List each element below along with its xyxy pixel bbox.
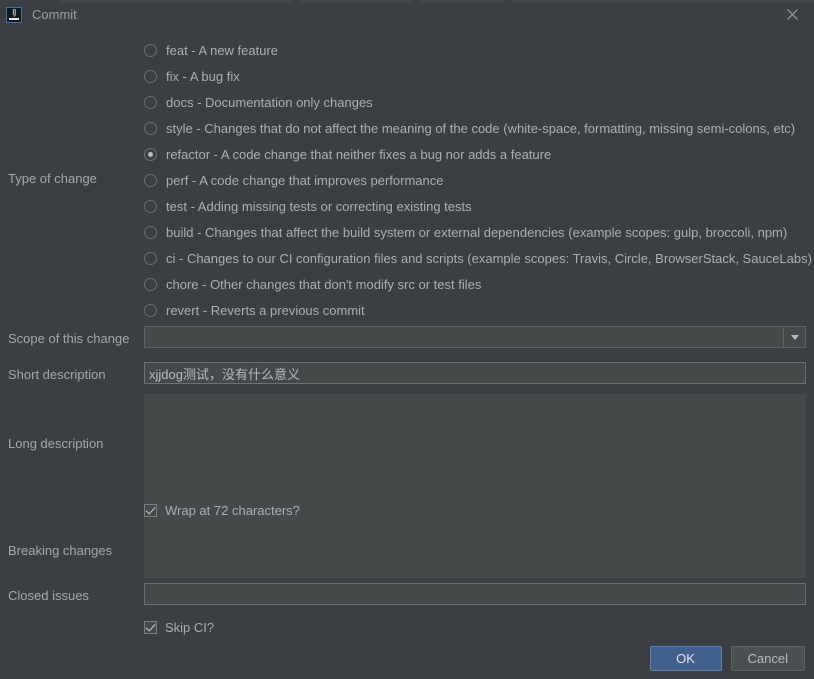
radio-icon[interactable] — [144, 122, 157, 135]
short-description-input[interactable]: xjjdog测试，没有什么意义 — [144, 362, 806, 384]
skip-ci-checkbox[interactable] — [144, 621, 157, 634]
radio-label: fix - A bug fix — [166, 69, 240, 84]
intellij-idea-icon — [6, 7, 22, 23]
radio-label: test - Adding missing tests or correctin… — [166, 199, 472, 214]
wrap-at-72-checkbox-row[interactable]: Wrap at 72 characters? — [144, 501, 300, 519]
radio-icon[interactable] — [144, 174, 157, 187]
cancel-button[interactable]: Cancel — [731, 646, 805, 671]
radio-option-docs[interactable]: docs - Documentation only changes — [144, 89, 808, 115]
label-short-description: Short description — [8, 367, 106, 382]
radio-label: docs - Documentation only changes — [166, 95, 373, 110]
title-bar-stripe — [0, 0, 814, 3]
label-scope: Scope of this change — [8, 331, 129, 346]
chevron-down-icon[interactable] — [783, 327, 805, 347]
radio-label: build - Changes that affect the build sy… — [166, 225, 787, 240]
dialog-buttons: OK Cancel — [650, 646, 805, 671]
close-icon[interactable] — [770, 0, 814, 29]
window-title: Commit — [32, 7, 77, 22]
radio-option-perf[interactable]: perf - A code change that improves perfo… — [144, 167, 808, 193]
title-bar: Commit — [0, 0, 814, 29]
radio-option-style[interactable]: style - Changes that do not affect the m… — [144, 115, 808, 141]
label-type-of-change: Type of change — [8, 171, 97, 186]
radio-label: feat - A new feature — [166, 43, 278, 58]
breaking-changes-textarea[interactable] — [144, 525, 806, 578]
radio-option-ci[interactable]: ci - Changes to our CI configuration fil… — [144, 245, 808, 271]
skip-ci-checkbox-row[interactable]: Skip CI? — [144, 618, 214, 636]
radio-icon[interactable] — [144, 252, 157, 265]
commit-dialog: Commit Type of change feat - A new featu… — [0, 0, 814, 679]
radio-label: revert - Reverts a previous commit — [166, 303, 365, 318]
radio-icon-selected[interactable] — [144, 148, 157, 161]
wrap-at-72-label: Wrap at 72 characters? — [165, 503, 300, 518]
radio-icon[interactable] — [144, 226, 157, 239]
skip-ci-label: Skip CI? — [165, 620, 214, 635]
radio-icon[interactable] — [144, 70, 157, 83]
type-of-change-radio-group[interactable]: feat - A new feature fix - A bug fix doc… — [144, 37, 808, 323]
commit-form: Type of change feat - A new feature fix … — [0, 29, 814, 679]
label-long-description: Long description — [8, 436, 103, 451]
radio-option-chore[interactable]: chore - Other changes that don't modify … — [144, 271, 808, 297]
radio-option-fix[interactable]: fix - A bug fix — [144, 63, 808, 89]
radio-icon[interactable] — [144, 200, 157, 213]
scope-combobox-value[interactable] — [145, 327, 783, 347]
label-closed-issues: Closed issues — [8, 588, 89, 603]
radio-icon[interactable] — [144, 304, 157, 317]
radio-option-refactor[interactable]: refactor - A code change that neither fi… — [144, 141, 808, 167]
radio-label: refactor - A code change that neither fi… — [166, 147, 551, 162]
radio-label: perf - A code change that improves perfo… — [166, 173, 444, 188]
radio-option-revert[interactable]: revert - Reverts a previous commit — [144, 297, 808, 323]
radio-label: ci - Changes to our CI configuration fil… — [166, 251, 812, 266]
radio-icon[interactable] — [144, 44, 157, 57]
scope-combobox[interactable] — [144, 326, 806, 348]
radio-option-build[interactable]: build - Changes that affect the build sy… — [144, 219, 808, 245]
radio-label: chore - Other changes that don't modify … — [166, 277, 481, 292]
label-breaking-changes: Breaking changes — [8, 543, 112, 558]
radio-label: style - Changes that do not affect the m… — [166, 121, 795, 136]
radio-option-feat[interactable]: feat - A new feature — [144, 37, 808, 63]
radio-icon[interactable] — [144, 278, 157, 291]
wrap-at-72-checkbox[interactable] — [144, 504, 157, 517]
ok-button[interactable]: OK — [650, 646, 722, 671]
closed-issues-input[interactable] — [144, 583, 806, 605]
radio-option-test[interactable]: test - Adding missing tests or correctin… — [144, 193, 808, 219]
radio-icon[interactable] — [144, 96, 157, 109]
